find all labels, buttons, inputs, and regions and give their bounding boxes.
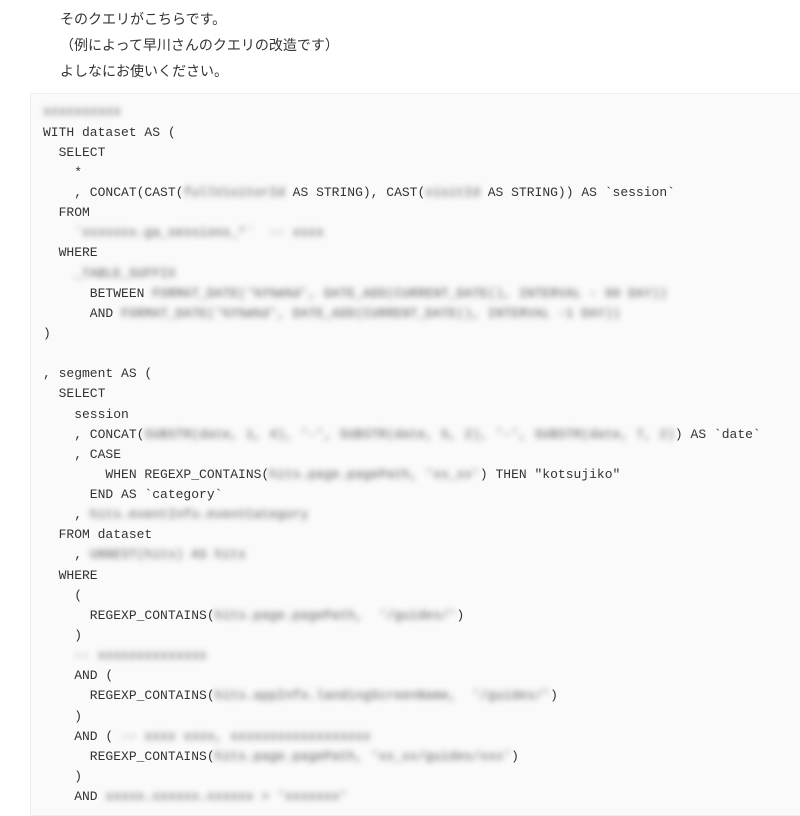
code-line: ) AS `date`: [675, 427, 761, 442]
code-line: SELECT: [43, 145, 105, 160]
code-blur: xxxxx.xxxxxx.xxxxxx = 'xxxxxxx': [105, 789, 347, 804]
code-blur: fullVisitorId: [183, 185, 284, 200]
prose-line-1: そのクエリがこちらです。: [60, 8, 740, 32]
code-line: ): [43, 709, 82, 724]
code-line: FROM: [43, 205, 90, 220]
code-line: FROM dataset: [43, 527, 152, 542]
code-line: REGEXP_CONTAINS(: [43, 688, 215, 703]
code-line: ): [550, 688, 558, 703]
code-blur: `xxxxxxx.ga_sessions_*` -- xxxx: [43, 225, 324, 240]
code-blur: xxxxxxxxxx: [43, 104, 121, 119]
code-line: ) THEN "kotsujiko": [480, 467, 620, 482]
code-line: , CONCAT(: [43, 427, 144, 442]
prose-line-2: （例によって早川さんのクエリの改造です）: [60, 34, 740, 58]
code-line: ,: [43, 547, 90, 562]
code-line: ): [456, 608, 464, 623]
code-line: ,: [43, 507, 90, 522]
code-blur: visitId: [425, 185, 480, 200]
code-blur: hits.eventInfo.eventCategory: [90, 507, 308, 522]
sql-code-block: xxxxxxxxxx WITH dataset AS ( SELECT * , …: [30, 93, 800, 816]
code-line: SELECT: [43, 386, 105, 401]
code-line: AS STRING)) AS `session`: [480, 185, 675, 200]
code-line: session: [43, 407, 129, 422]
code-line: ): [43, 326, 51, 341]
code-blur: FORMAT_DATE('%Y%m%d', DATE_ADD(CURRENT_D…: [121, 306, 620, 321]
code-line: AND (: [43, 668, 113, 683]
code-line: WHEN REGEXP_CONTAINS(: [43, 467, 269, 482]
code-line: , CASE: [43, 447, 121, 462]
code-blur: UNNEST(hits) AS hits: [90, 547, 246, 562]
code-line: AND: [43, 789, 105, 804]
code-line: *: [43, 165, 82, 180]
code-line: END AS `category`: [43, 487, 222, 502]
code-line: BETWEEN: [43, 286, 152, 301]
intro-prose: そのクエリがこちらです。 （例によって早川さんのクエリの改造です） よしなにお使…: [0, 0, 800, 83]
code-line: REGEXP_CONTAINS(: [43, 608, 215, 623]
code-line: ): [511, 749, 519, 764]
code-blur: hits.page.pagePath, '/guides/': [215, 608, 457, 623]
code-line: ): [43, 628, 82, 643]
code-line: , CONCAT(CAST(: [43, 185, 183, 200]
code-line: WITH dataset AS (: [43, 125, 176, 140]
code-line: ): [43, 769, 82, 784]
code-line: [43, 648, 74, 663]
prose-line-3: よしなにお使いください。: [60, 60, 740, 84]
code-blur: hits.page.pagePath, 'xx_xx': [269, 467, 480, 482]
code-line: AND: [43, 306, 121, 321]
code-line: (: [43, 588, 82, 603]
code-blur: SUBSTR(date, 1, 4), '-', SUBSTR(date, 5,…: [144, 427, 675, 442]
code-blur: _TABLE_SUFFIX: [43, 266, 176, 281]
code-blur: -- xxxx xxxx, xxxxxxxxxxxxxxxxxx: [121, 729, 371, 744]
code-line: AND (: [43, 729, 121, 744]
code-blur: hits.appInfo.landingScreenName, '/guides…: [215, 688, 550, 703]
code-blur: -- xxxxxxxxxxxxxx: [74, 648, 207, 663]
code-line: , segment AS (: [43, 366, 152, 381]
code-blur: FORMAT_DATE('%Y%m%d', DATE_ADD(CURRENT_D…: [152, 286, 667, 301]
code-line: WHERE: [43, 245, 98, 260]
code-line: REGEXP_CONTAINS(: [43, 749, 215, 764]
code-line: AS STRING), CAST(: [285, 185, 425, 200]
code-line: WHERE: [43, 568, 98, 583]
code-blur: hits.page.pagePath, 'xx_xx/guides/xxx': [215, 749, 511, 764]
